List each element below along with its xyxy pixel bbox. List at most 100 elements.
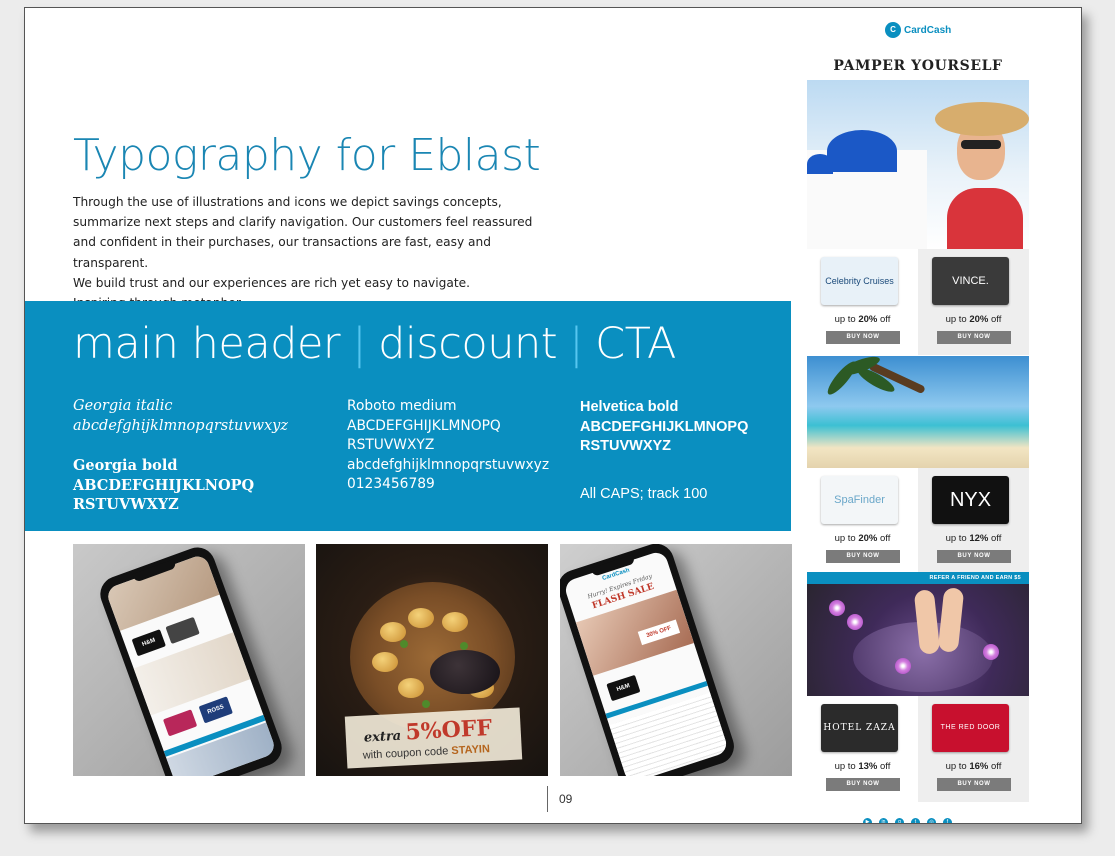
off-prefix: up to <box>945 533 967 544</box>
roboto-spec: Roboto medium ABCDEFGHIJKLMNOPQ RSTUVWXY… <box>347 397 577 495</box>
potato <box>380 622 406 642</box>
gift-card-cell: VINCE. up to 20% off BUY NOW <box>918 249 1029 355</box>
discount-text: up to 20% off <box>918 314 1029 325</box>
off-prefix: up to <box>834 314 856 325</box>
off-prefix: up to <box>945 314 967 325</box>
eblast-mockup: C CardCash PAMPER YOURSELF Celebrity Cru… <box>807 16 1029 823</box>
georgia-bold-sample: ABCDEFGHIJKLNOPQ <box>73 476 255 494</box>
orchid-flower <box>895 658 911 674</box>
phone-device: H&M ROSS <box>95 544 287 776</box>
roboto-label: Roboto medium <box>347 398 457 414</box>
gift-card-cell: HOTEL ZAZA up to 13% off BUY NOW <box>807 696 918 802</box>
logo-text: CardCash <box>904 24 952 36</box>
potato <box>372 652 398 672</box>
discount-value: 12% <box>969 533 989 544</box>
off-suffix: off <box>880 761 891 772</box>
straw-hat <box>935 102 1029 136</box>
gift-card-thumb <box>165 616 200 645</box>
googleplus-icon[interactable]: g <box>895 818 904 823</box>
georgia-italic-label: Georgia italic <box>73 398 173 414</box>
gift-card-image[interactable]: VINCE. <box>932 257 1009 305</box>
gift-card-image[interactable]: Celebrity Cruises <box>821 257 898 305</box>
buy-now-button[interactable]: BUY NOW <box>826 550 900 563</box>
georgia-bold-label: Georgia bold <box>73 457 178 474</box>
off-suffix: off <box>880 314 891 325</box>
discount-text: up to 12% off <box>918 533 1029 544</box>
gift-card-cell: SpaFinder up to 20% off BUY NOW <box>807 468 918 574</box>
buy-now-button[interactable]: BUY NOW <box>937 331 1011 344</box>
gift-card-thumb: H&M <box>131 629 166 657</box>
gift-card-image[interactable]: SpaFinder <box>821 476 898 524</box>
main-header-label: main header <box>73 319 341 369</box>
gift-card-image[interactable]: HOTEL ZAZA <box>821 704 898 752</box>
helvetica-sample: RSTUVWXYZ <box>580 438 672 454</box>
phone-screen: CardCash Hurry! Expires Friday FLASH SAL… <box>562 549 730 776</box>
gift-card-image[interactable]: THE RED DOOR <box>932 704 1009 752</box>
discount-text: up to 13% off <box>807 761 918 772</box>
georgia-italic-sample: abcdefghijklmnopqrstuvwxyz <box>73 417 288 434</box>
discount-text: up to 20% off <box>807 533 918 544</box>
discount-value: 13% <box>858 761 878 772</box>
page-title: Typography for Eblast <box>73 130 541 181</box>
orchid-flower <box>847 614 863 630</box>
intro-line: summarize next steps and clarify navigat… <box>73 215 533 230</box>
gift-card-row: SpaFinder up to 20% off BUY NOW NYX up t… <box>807 468 1029 574</box>
gift-card-row: Celebrity Cruises up to 20% off BUY NOW … <box>807 249 1029 355</box>
off-prefix: up to <box>834 533 856 544</box>
orchid-flower <box>983 644 999 660</box>
instagram-icon[interactable]: ◎ <box>927 818 936 823</box>
typography-band: main header | discount | CTA Georgia italic … <box>25 301 791 531</box>
store-label: H&M <box>615 683 631 693</box>
twitter-icon[interactable]: t <box>911 818 920 823</box>
gift-card-cell: NYX up to 12% off BUY NOW <box>918 468 1029 574</box>
buy-now-button[interactable]: BUY NOW <box>826 331 900 344</box>
discount-value: 16% <box>969 761 989 772</box>
facebook-icon[interactable]: f <box>943 818 952 823</box>
separator: | <box>352 319 367 369</box>
gift-card-name: VINCE. <box>952 275 989 287</box>
intro-paragraph: Through the use of illustrations and ico… <box>73 192 553 313</box>
gift-card-name: HOTEL ZAZA <box>823 723 896 733</box>
discount-text: up to 16% off <box>918 761 1029 772</box>
off-suffix: off <box>991 761 1002 772</box>
discount-value: 20% <box>858 533 878 544</box>
helvetica-label: Helvetica bold <box>580 399 679 415</box>
gift-card-cell: Celebrity Cruises up to 20% off BUY NOW <box>807 249 918 355</box>
georgia-spec: Georgia italic abcdefghijklmnopqrstuvwxy… <box>73 397 333 515</box>
potato <box>442 612 468 632</box>
georgia-bold-sample: RSTUVWXYZ <box>73 496 179 513</box>
coupon-value: 5%OFF <box>404 714 493 746</box>
hero-santorini-image[interactable] <box>807 80 1029 249</box>
off-suffix: off <box>880 533 891 544</box>
blue-dome <box>807 154 833 174</box>
cardcash-logo[interactable]: C CardCash <box>885 20 951 40</box>
coupon-code-text: with coupon code <box>362 745 449 762</box>
youtube-icon[interactable]: ▶ <box>863 818 872 823</box>
off-suffix: off <box>991 533 1002 544</box>
page-number-divider <box>547 786 548 812</box>
coupon-code: STAYIN <box>451 743 491 758</box>
hero-beach-image[interactable] <box>807 356 1029 468</box>
cardcash-logo-icon: C <box>885 22 901 38</box>
buy-now-button[interactable]: BUY NOW <box>937 778 1011 791</box>
document-page: Typography for Eblast Through the use of… <box>24 7 1082 824</box>
eblast-headline: PAMPER YOURSELF <box>833 58 1003 74</box>
coupon-banner: extra 5%OFF with coupon code STAYIN <box>344 707 523 769</box>
gift-card-thumb <box>162 709 198 737</box>
gift-card-cell: THE RED DOOR up to 16% off BUY NOW <box>918 696 1029 802</box>
blue-dome <box>827 130 897 172</box>
helvetica-sample: ABCDEFGHIJKLMNOPQ <box>580 418 749 435</box>
refer-friend-banner[interactable]: REFER A FRIEND AND EARN $5 <box>807 572 1029 584</box>
food-promo-image: extra 5%OFF with coupon code STAYIN <box>316 544 548 776</box>
hero-spa-image[interactable] <box>807 584 1029 696</box>
sunglasses <box>961 140 1001 149</box>
linkedin-icon[interactable]: in <box>879 818 888 823</box>
buy-now-button[interactable]: BUY NOW <box>826 778 900 791</box>
discount-label: discount <box>378 319 558 369</box>
buy-now-button[interactable]: BUY NOW <box>937 550 1011 563</box>
page-number: 09 <box>559 792 573 806</box>
gift-card-image[interactable]: NYX <box>932 476 1009 524</box>
band-heading: main header | discount | CTA <box>73 319 676 369</box>
potato <box>408 608 434 628</box>
orchid-flower <box>829 600 845 616</box>
